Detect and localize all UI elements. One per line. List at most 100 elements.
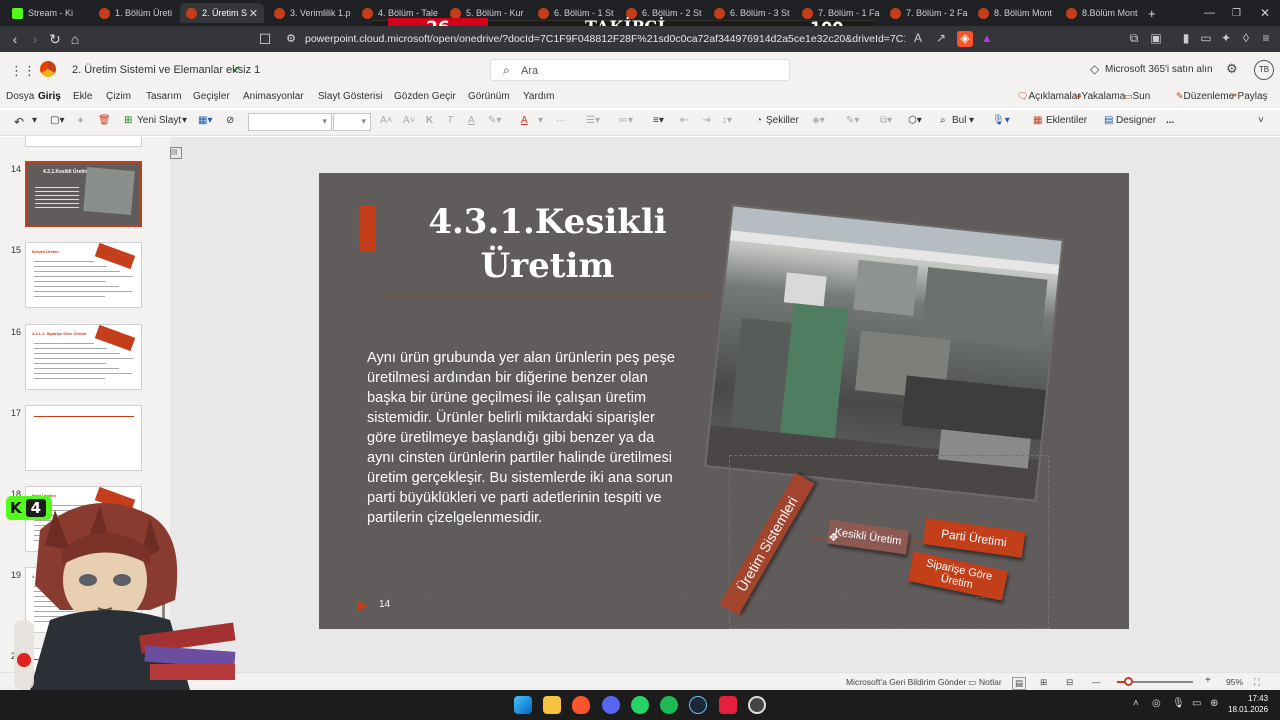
ribbon-tab[interactable]: Yardım [523,91,555,102]
quick-styles-icon[interactable]: ⬡▾ [908,115,922,126]
new-slide-dropdown-icon[interactable]: ▾ [182,115,187,126]
steam-icon[interactable] [689,696,707,714]
normal-view-icon[interactable]: ▤ [1012,677,1027,690]
ribbon-tab[interactable]: Ekle [73,91,92,102]
ai-icon[interactable]: ✦ [1218,31,1234,47]
microphone-icon[interactable]: 🎙 [1172,698,1185,709]
minimize-icon[interactable]: — [1198,3,1218,23]
font-color-icon[interactable]: A [521,115,528,126]
find-dropdown-icon[interactable]: ▾ [969,115,974,126]
browser-tab[interactable]: 1. Bölüm Üreti [93,3,177,23]
user-avatar[interactable]: TB [1254,60,1274,80]
slide-thumbnail[interactable]: Kesikli Üretim [25,242,142,308]
grow-font-icon[interactable]: A˄ [380,115,393,126]
file-explorer-icon[interactable] [543,696,561,714]
align-icon[interactable]: ≡▾ [653,115,664,126]
undo-icon[interactable]: ↶ [14,115,24,129]
brave-browser-icon[interactable] [572,696,590,714]
network-icon[interactable]: ⊕ [1210,698,1218,709]
ribbon-tab[interactable]: Dosya [6,91,34,102]
whatsapp-icon[interactable] [631,696,649,714]
home-icon[interactable]: ⌂ [66,30,84,48]
display-icon[interactable]: ▭ [1192,698,1201,709]
ribbon-tab[interactable]: Görünüm [468,91,510,102]
obs-icon[interactable] [748,696,766,714]
clock[interactable]: 17:43 18.01.2026 [1228,693,1268,715]
indent-icon[interactable]: ⇥ [702,115,710,126]
slide-thumbnail[interactable] [25,405,142,471]
more-options-button[interactable]: ... [1166,115,1174,126]
office-logo-icon[interactable] [40,61,56,77]
feedback-link[interactable]: Microsoft'a Geri Bildirim Gönder [846,677,966,687]
bookmark-icon[interactable]: ☐ [256,30,274,48]
close-tab-icon[interactable]: ✕ [249,7,258,20]
ribbon-action-0[interactable]: 🗨Açıklamalar [1017,91,1081,102]
zoom-level[interactable]: 95% [1226,677,1243,687]
share-icon[interactable]: ↗ [933,31,949,47]
ribbon-tab[interactable]: Gözden Geçir [394,91,456,102]
brave-shield-icon[interactable]: ◈ [957,31,973,47]
slide-editor[interactable]: 4.3.1.Kesikli Üretim Aynı ürün grubunda … [319,173,1129,629]
title-placeholder[interactable]: 4.3.1.Kesikli Üretim [385,191,710,297]
menu-icon[interactable]: ≡ [1258,31,1274,47]
buy-m365-link[interactable]: Microsoft 365'i satın alın [1105,64,1213,75]
more-font-icon[interactable]: ··· [556,115,566,126]
valorant-icon[interactable] [719,696,737,714]
highlight-icon[interactable]: ✎▾ [488,115,501,126]
zoom-in-button[interactable]: + [1205,675,1211,686]
bold-icon[interactable]: K [426,115,433,126]
new-tab-button[interactable]: + [1142,3,1162,23]
extensions-icon[interactable]: ⧉ [1126,31,1142,47]
forward-icon[interactable]: › [26,30,44,48]
wallet-icon[interactable]: ▭ [1198,31,1214,47]
dictate-icon[interactable]: 🎙▾ [992,115,1010,126]
search-input[interactable]: ⌕ Ara [490,59,790,81]
tray-chevron-icon[interactable]: ˄ [1133,698,1139,709]
rewards-icon[interactable]: ▲ [979,31,995,47]
start-icon[interactable] [514,696,532,714]
browser-tab[interactable]: 7. Bölüm - 2 Fa [884,3,968,23]
translate-icon[interactable]: A [910,31,926,47]
delete-icon[interactable]: 🗑 [98,115,111,126]
ribbon-tab[interactable]: Giriş [38,91,61,102]
screenshot-icon[interactable]: ▣ [1148,31,1164,47]
hide-slide-icon[interactable]: ⊘ [226,115,234,126]
browser-tab[interactable]: 8. Bölüm Mont [972,3,1056,23]
font-family-select[interactable]: ▾ [248,113,332,131]
maximize-icon[interactable]: ❐ [1226,3,1246,23]
slide-sorter-icon[interactable]: ⊞ [1040,677,1047,688]
paste-icon[interactable]: ▢▾ [50,115,64,126]
zoom-out-button[interactable]: — [1092,677,1101,687]
layout-icon[interactable]: ▦▾ [198,115,212,126]
settings-icon[interactable]: ⚙ [1226,61,1238,77]
close-window-icon[interactable]: ✕ [1254,3,1274,23]
shrink-font-icon[interactable]: A˅ [403,115,416,126]
spotify-icon[interactable] [660,696,678,714]
ribbon-tab[interactable]: Tasarım [146,91,182,102]
toggle-pane-icon[interactable]: ▤ [170,147,182,159]
vpn-icon[interactable]: ◊ [1238,31,1254,47]
ribbon-action-4[interactable]: ↗Paylaş [1230,91,1268,102]
tray-app-icon[interactable]: ◎ [1152,698,1161,709]
url-field[interactable]: powerpoint.cloud.microsoft/open/onedrive… [305,33,905,45]
discord-icon[interactable] [602,696,620,714]
shape-outline-icon[interactable]: ✎▾ [846,115,859,126]
slide-thumbnail[interactable]: 4.3.1.Kesikli Üretim [25,161,142,227]
slide-thumbnail[interactable]: 4.3.1.1. Siparişe Göre Üretim [25,324,142,390]
slide-body-text[interactable]: Aynı ürün grubunda yer alan ürünlerin pe… [367,348,679,528]
underline-icon[interactable]: A [468,115,475,126]
browser-tab[interactable]: Stream - Ki [6,3,90,23]
designer-button[interactable]: Designer [1116,115,1156,126]
back-icon[interactable]: ‹ [6,30,24,48]
shape-fill-icon[interactable]: ◈▾ [812,115,825,126]
ribbon-action-3[interactable]: ✎Düzenleme [1176,91,1234,102]
italic-icon[interactable]: T [447,115,453,126]
fit-slide-icon[interactable]: ⛶ [1254,677,1260,688]
ribbon-tab[interactable]: Geçişler [193,91,230,102]
notes-button[interactable]: Notlar [979,677,1002,687]
zoom-slider-thumb[interactable] [1124,677,1134,686]
font-size-select[interactable]: ▾ [333,113,371,131]
browser-tab[interactable]: 2. Üretim S ✕ [180,3,264,23]
ribbon-tab[interactable]: Animasyonlar [243,91,304,102]
ribbon-tab[interactable]: Çizim [106,91,131,102]
